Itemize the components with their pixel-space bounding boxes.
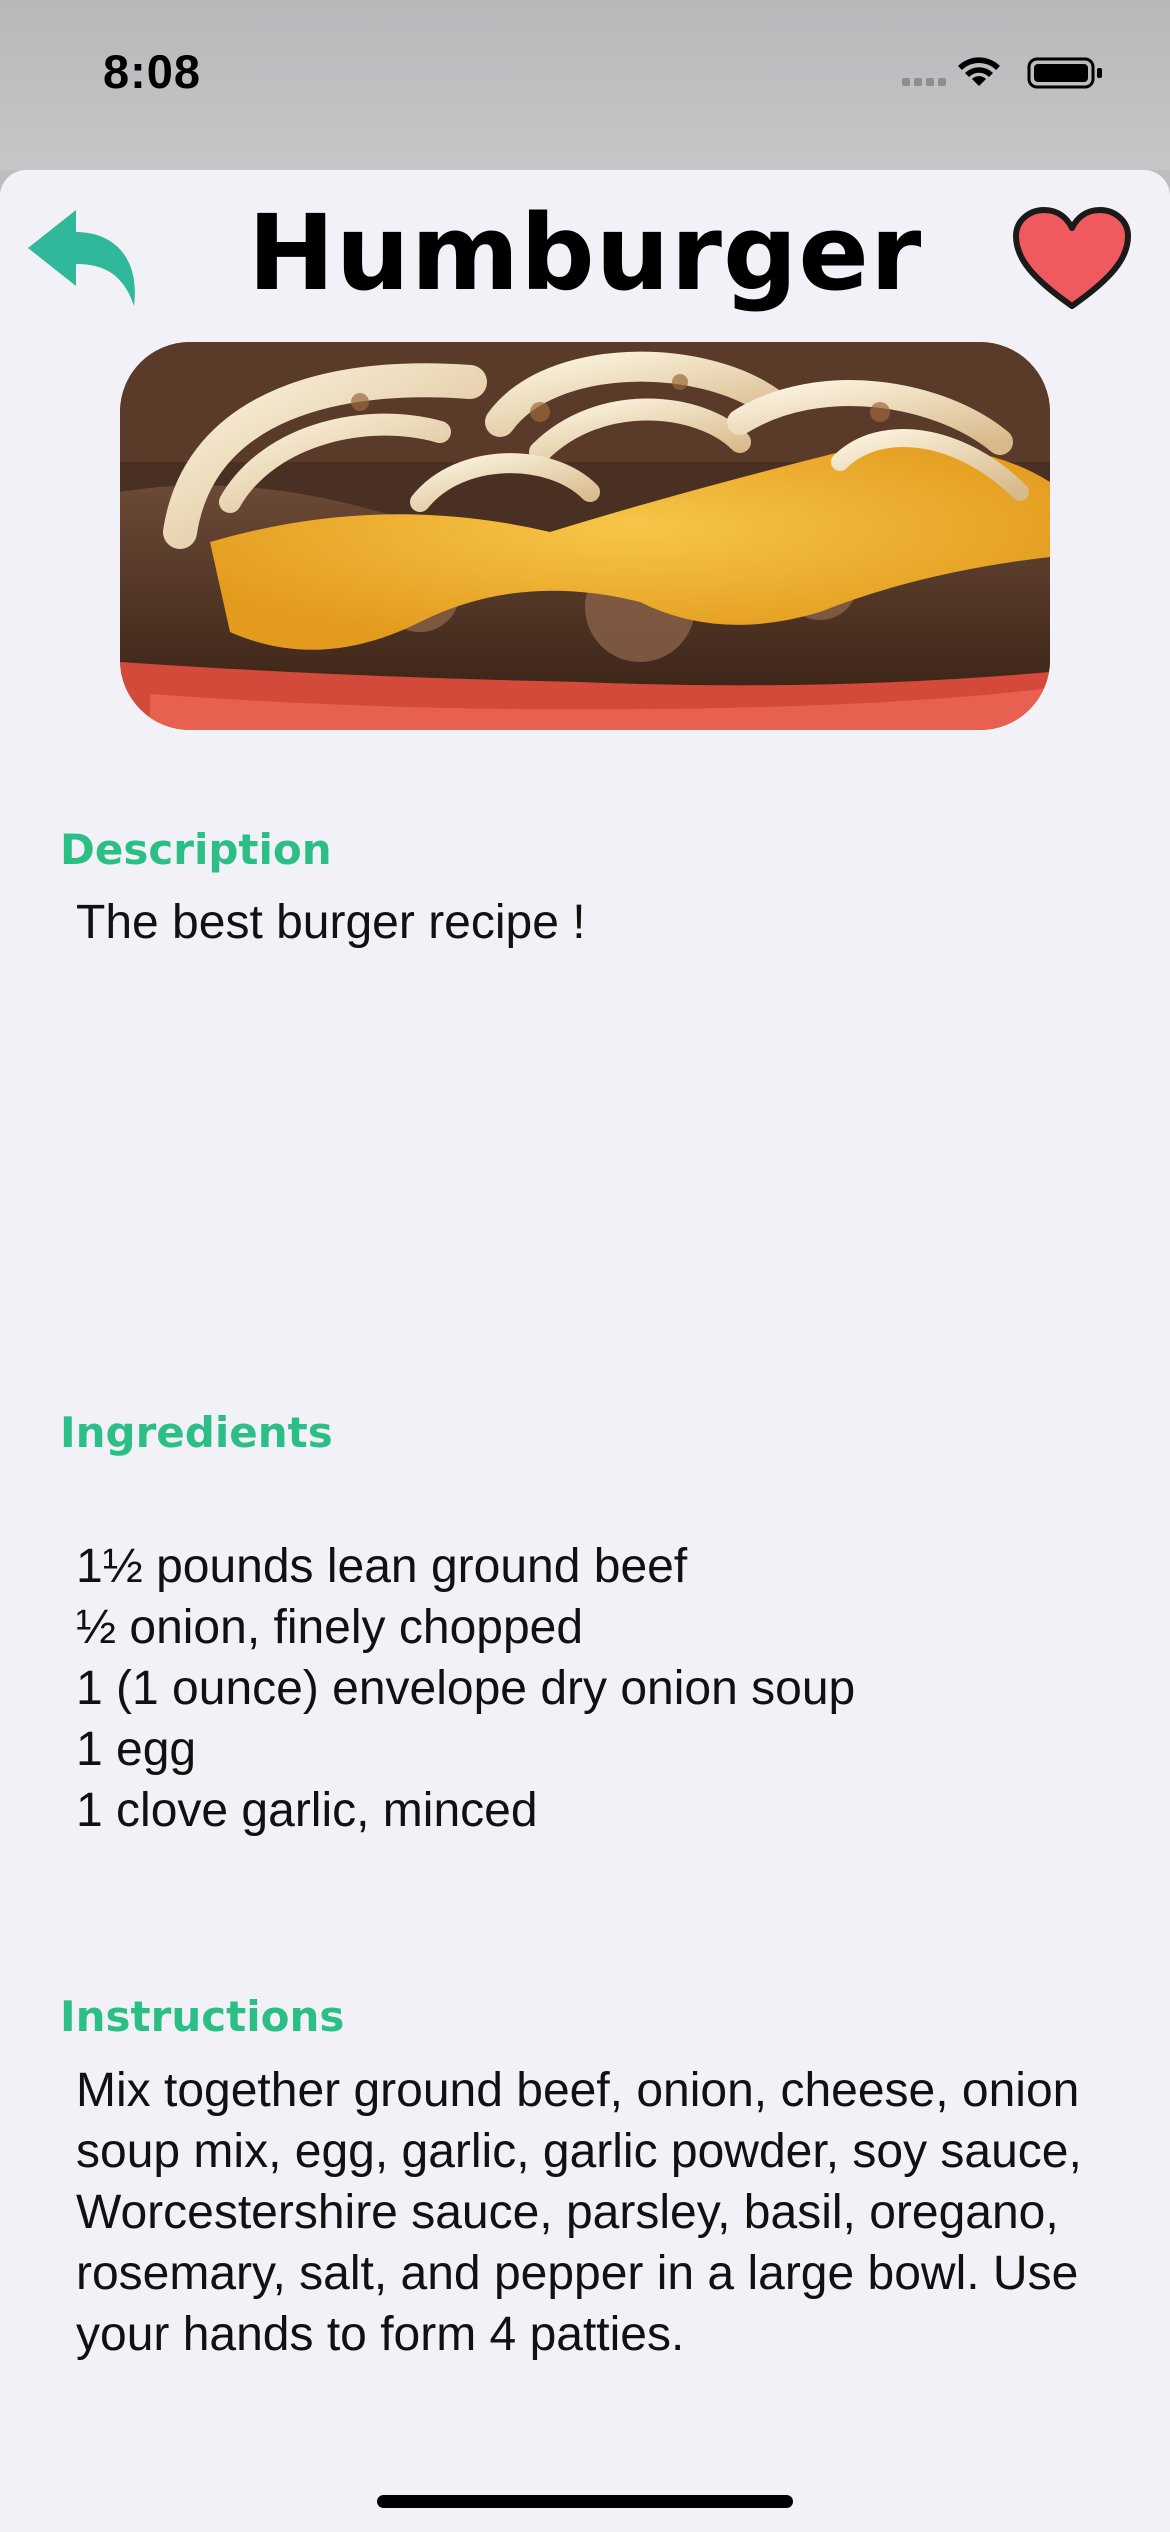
battery-icon xyxy=(1027,57,1102,89)
ingredients-heading: Ingredients xyxy=(60,1408,333,1457)
back-button[interactable] xyxy=(28,210,138,310)
ingredient-item: ½ onion, finely chopped xyxy=(76,1601,584,1654)
instructions-text: Mix together ground beef, onion, cheese,… xyxy=(76,2064,1082,2361)
ingredient-item: 1 egg xyxy=(76,1723,197,1776)
ingredient-item: 1 (1 ounce) envelope dry onion soup xyxy=(76,1662,856,1715)
ingredient-list: 1½ pounds lean ground beef ½ onion, fine… xyxy=(76,1536,855,1841)
description-text: The best burger recipe ! xyxy=(76,896,586,949)
home-indicator[interactable] xyxy=(377,2495,793,2508)
favorite-button[interactable] xyxy=(1012,206,1132,314)
cellular-signal-icon xyxy=(902,78,946,86)
status-icons xyxy=(902,57,1102,89)
burger-photo xyxy=(120,342,1050,730)
status-time: 8:08 xyxy=(103,45,202,98)
status-bar: 8:08 xyxy=(0,0,1170,170)
recipe-hero-image xyxy=(120,342,1050,730)
reply-arrow-icon xyxy=(28,210,135,306)
page-title: Humburger xyxy=(247,192,923,314)
ingredient-item: 1 clove garlic, minced xyxy=(76,1784,538,1837)
instructions-heading: Instructions xyxy=(60,1992,345,2041)
wifi-icon xyxy=(958,57,1000,86)
recipe-detail-sheet: Humburger Description The best burger re… xyxy=(0,170,1170,2532)
description-heading: Description xyxy=(60,825,332,874)
ingredient-item: 1½ pounds lean ground beef xyxy=(76,1540,688,1593)
heart-icon xyxy=(1013,207,1131,309)
